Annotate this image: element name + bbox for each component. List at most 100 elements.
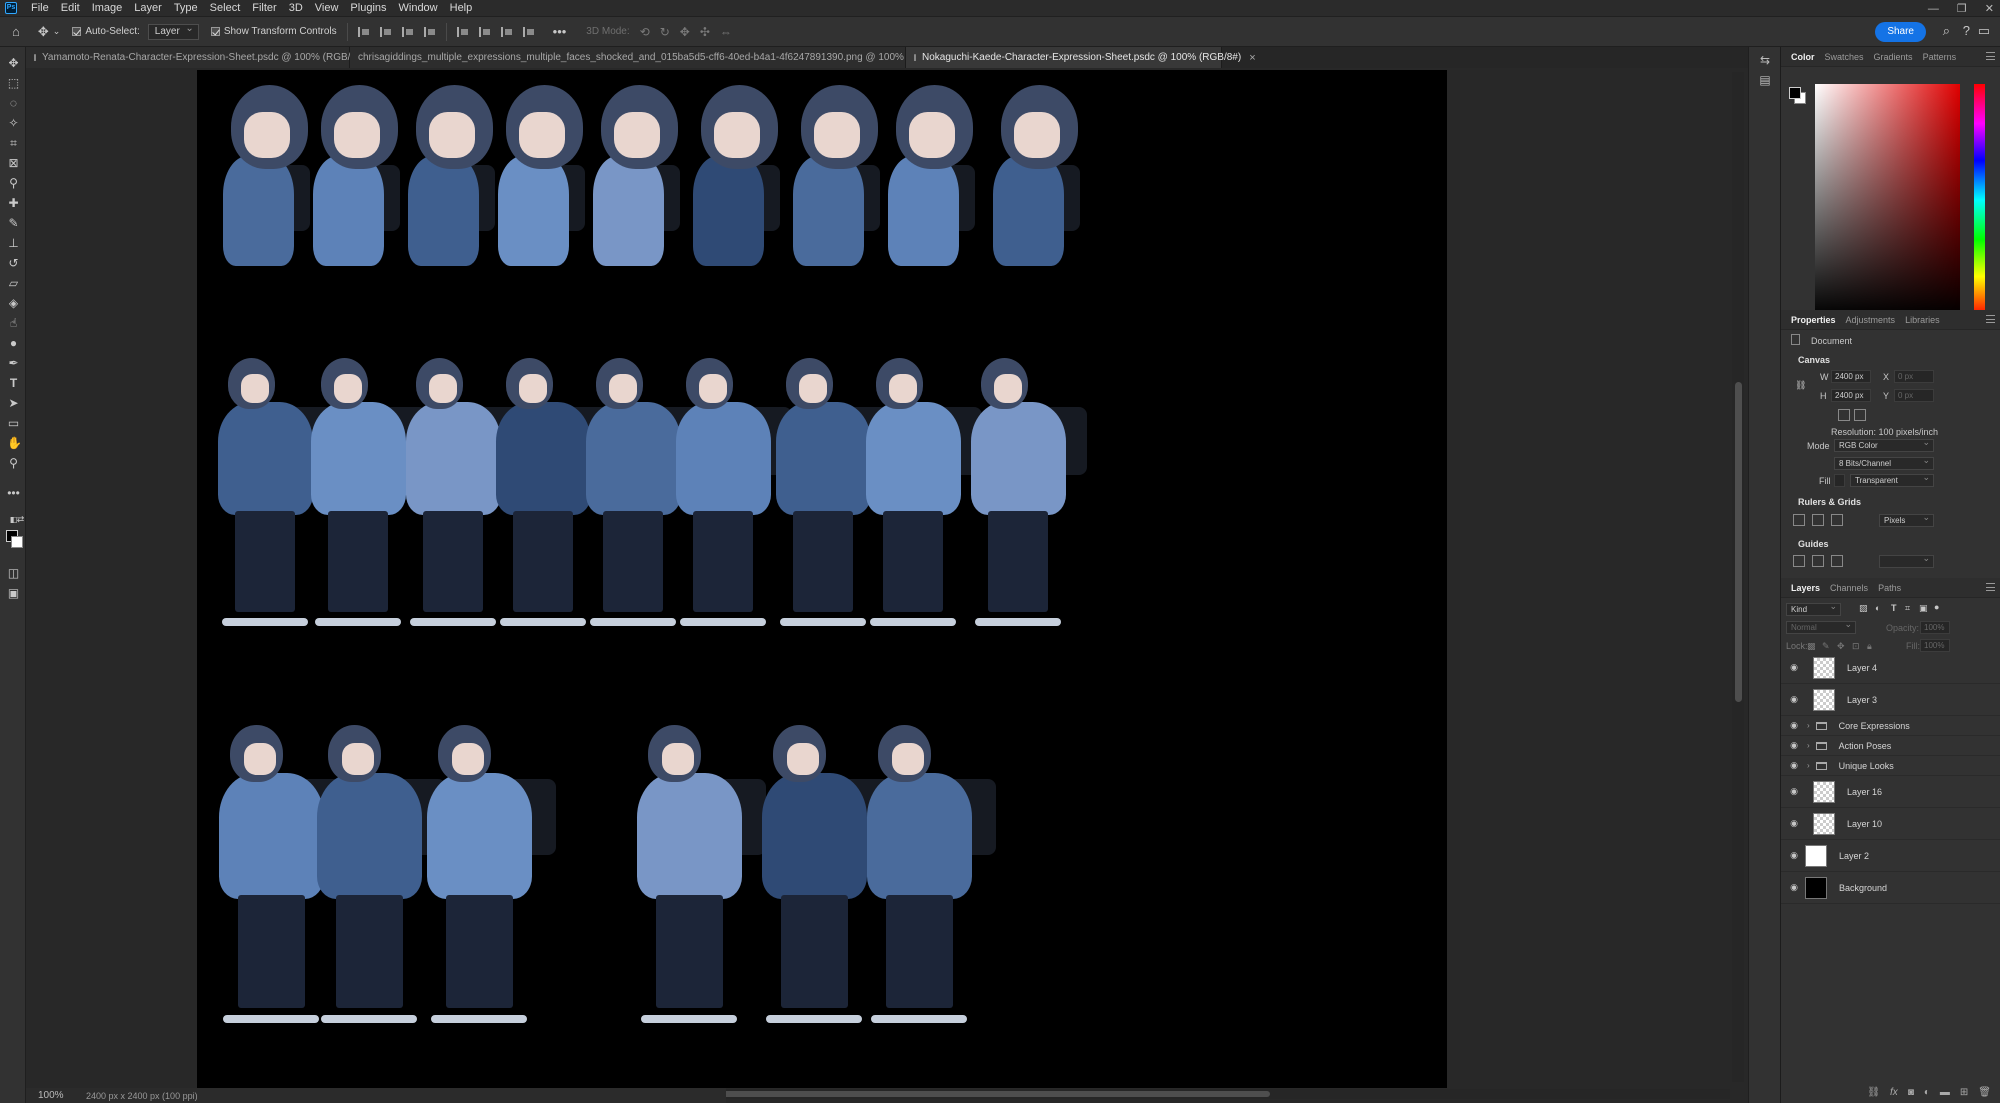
lock-transparency-icon[interactable]: ▩ xyxy=(1807,641,1816,652)
lock-guides-icon[interactable] xyxy=(1831,555,1843,567)
menu-type[interactable]: Type xyxy=(174,2,198,14)
3d-scale-icon[interactable]: ⇔ xyxy=(720,25,732,39)
healing-brush-tool-icon[interactable]: ✚ xyxy=(7,197,20,210)
layer-group-row[interactable]: ◉ › Core Expressions xyxy=(1781,716,2000,736)
magic-wand-tool-icon[interactable]: ✧ xyxy=(7,117,20,130)
panel-menu-icon[interactable] xyxy=(1986,52,1995,60)
smudge-tool-icon[interactable]: ☝ xyxy=(7,317,20,330)
comments-panel-icon[interactable]: ▤ xyxy=(1758,73,1772,87)
type-tool-icon[interactable]: T xyxy=(7,377,20,390)
menu-file[interactable]: File xyxy=(31,2,49,14)
layer-row[interactable]: ◉ Layer 10 xyxy=(1781,808,2000,840)
menu-view[interactable]: View xyxy=(315,2,339,14)
paint-bucket-tool-icon[interactable]: ◈ xyxy=(7,297,20,310)
landscape-orientation-icon[interactable] xyxy=(1854,409,1866,421)
align-top-icon[interactable] xyxy=(456,26,469,37)
visibility-eye-icon[interactable]: ◉ xyxy=(1789,882,1799,893)
menu-image[interactable]: Image xyxy=(92,2,123,14)
fill-swatch[interactable] xyxy=(1834,474,1845,487)
path-selection-tool-icon[interactable]: ➤ xyxy=(7,397,20,410)
3d-roll-icon[interactable]: ↻ xyxy=(660,25,670,39)
layer-name[interactable]: Layer 2 xyxy=(1839,851,1869,861)
tab-swatches[interactable]: Swatches xyxy=(1825,52,1864,62)
canvas-section-title[interactable]: Canvas xyxy=(1798,355,1830,365)
filter-shape-icon[interactable]: ⌗ xyxy=(1905,603,1910,614)
link-dimensions-icon[interactable]: ⛓ xyxy=(1795,380,1806,391)
panel-menu-icon[interactable] xyxy=(1986,583,1995,591)
tab-gradients[interactable]: Gradients xyxy=(1874,52,1913,62)
background-color-swatch[interactable] xyxy=(11,536,23,548)
help-icon[interactable]: ? xyxy=(1963,23,1970,38)
visibility-eye-icon[interactable]: ◉ xyxy=(1789,850,1799,861)
tab-libraries[interactable]: Libraries xyxy=(1905,315,1940,325)
restore-icon[interactable]: ❐ xyxy=(1957,2,1967,15)
filter-type-icon[interactable]: T xyxy=(1891,603,1897,613)
panel-menu-icon[interactable] xyxy=(1986,315,1995,323)
document-size-info[interactable]: 2400 px x 2400 px (100 ppi) xyxy=(86,1091,198,1101)
tool-preset-chevron-icon[interactable]: ⌄ xyxy=(53,26,61,37)
visibility-eye-icon[interactable]: ◉ xyxy=(1789,760,1799,771)
layer-group-row[interactable]: ◉ › Action Poses xyxy=(1781,736,2000,756)
distribute-vertical-icon[interactable] xyxy=(522,26,535,37)
rulers-grids-section-title[interactable]: Rulers & Grids xyxy=(1798,497,1861,507)
ruler-units-dropdown[interactable]: Pixels xyxy=(1879,512,1934,527)
align-center-icon[interactable] xyxy=(379,26,392,37)
group-name[interactable]: Unique Looks xyxy=(1839,761,1894,771)
pen-tool-icon[interactable]: ✒ xyxy=(7,357,20,370)
color-picker-field[interactable] xyxy=(1815,84,1960,316)
color-panel-foreground-swatch[interactable] xyxy=(1789,87,1801,99)
history-brush-tool-icon[interactable]: ↺ xyxy=(7,257,20,270)
delete-layer-icon[interactable]: 🗑︎ xyxy=(1978,1087,1991,1103)
layer-name[interactable]: Layer 10 xyxy=(1847,819,1882,829)
layer-row[interactable]: ◉ Layer 4 xyxy=(1781,652,2000,684)
visibility-eye-icon[interactable]: ◉ xyxy=(1789,740,1799,751)
tab-channels[interactable]: Channels xyxy=(1830,583,1868,593)
3d-pan-icon[interactable]: ✥ xyxy=(680,25,690,39)
guides-section-title[interactable]: Guides xyxy=(1798,539,1829,549)
add-mask-icon[interactable]: ◙ xyxy=(1908,1087,1914,1103)
more-options-icon[interactable]: ••• xyxy=(553,24,567,39)
tab-document-2[interactable]: chrisagiddings_multiple_expressions_mult… xyxy=(350,47,963,68)
lock-artboard-icon[interactable]: ⊡ xyxy=(1852,641,1860,652)
distribute-icon[interactable] xyxy=(423,26,436,37)
guide-style-dropdown[interactable] xyxy=(1879,553,1934,568)
x-field[interactable]: 0 px xyxy=(1894,370,1934,383)
menu-window[interactable]: Window xyxy=(399,2,438,14)
lock-position-icon[interactable]: ✥ xyxy=(1837,641,1845,652)
layer-name[interactable]: Layer 4 xyxy=(1847,663,1877,673)
align-right-icon[interactable] xyxy=(401,26,414,37)
group-name[interactable]: Core Expressions xyxy=(1839,721,1910,731)
menu-3d[interactable]: 3D xyxy=(289,2,303,14)
fill-dropdown[interactable]: Transparent xyxy=(1850,472,1934,487)
layer-filter-kind-dropdown[interactable]: Kind xyxy=(1786,601,1841,616)
layer-row[interactable]: ◉ Layer 16 xyxy=(1781,776,2000,808)
visibility-eye-icon[interactable]: ◉ xyxy=(1789,786,1799,797)
document-canvas[interactable] xyxy=(197,70,1447,1088)
vertical-scrollbar[interactable] xyxy=(1732,72,1744,1082)
menu-layer[interactable]: Layer xyxy=(134,2,162,14)
layer-name[interactable]: Background xyxy=(1839,883,1887,893)
new-guide-icon[interactable] xyxy=(1812,555,1824,567)
y-field[interactable]: 0 px xyxy=(1894,389,1934,402)
history-panel-icon[interactable]: ⇆ xyxy=(1758,53,1772,67)
quick-mask-icon[interactable]: ◫ xyxy=(7,567,20,580)
crop-tool-icon[interactable]: ⌗ xyxy=(7,137,20,150)
home-icon[interactable]: ⌂ xyxy=(12,24,20,39)
lasso-tool-icon[interactable]: ◌ xyxy=(7,97,20,110)
layer-style-icon[interactable]: fx xyxy=(1890,1087,1898,1103)
group-expand-chevron-icon[interactable]: › xyxy=(1807,721,1810,730)
menu-select[interactable]: Select xyxy=(210,2,241,14)
visibility-eye-icon[interactable]: ◉ xyxy=(1789,694,1799,705)
tab-document-1[interactable]: Yamamoto-Renata-Character-Expression-She… xyxy=(26,47,379,68)
show-transform-controls-checkbox[interactable]: Show Transform Controls xyxy=(210,26,337,37)
rulers-icon[interactable] xyxy=(1793,514,1805,526)
menu-edit[interactable]: Edit xyxy=(61,2,80,14)
blend-mode-dropdown[interactable]: Normal xyxy=(1786,619,1856,634)
search-icon[interactable]: ⌕ xyxy=(1943,23,1950,39)
align-middle-icon[interactable] xyxy=(478,26,491,37)
minimize-icon[interactable]: — xyxy=(1928,3,1939,15)
layer-group-row[interactable]: ◉ › Unique Looks xyxy=(1781,756,2000,776)
group-name[interactable]: Action Poses xyxy=(1839,741,1892,751)
share-button[interactable]: Share xyxy=(1875,22,1926,42)
auto-select-checkbox[interactable]: Auto-Select: xyxy=(72,26,140,37)
